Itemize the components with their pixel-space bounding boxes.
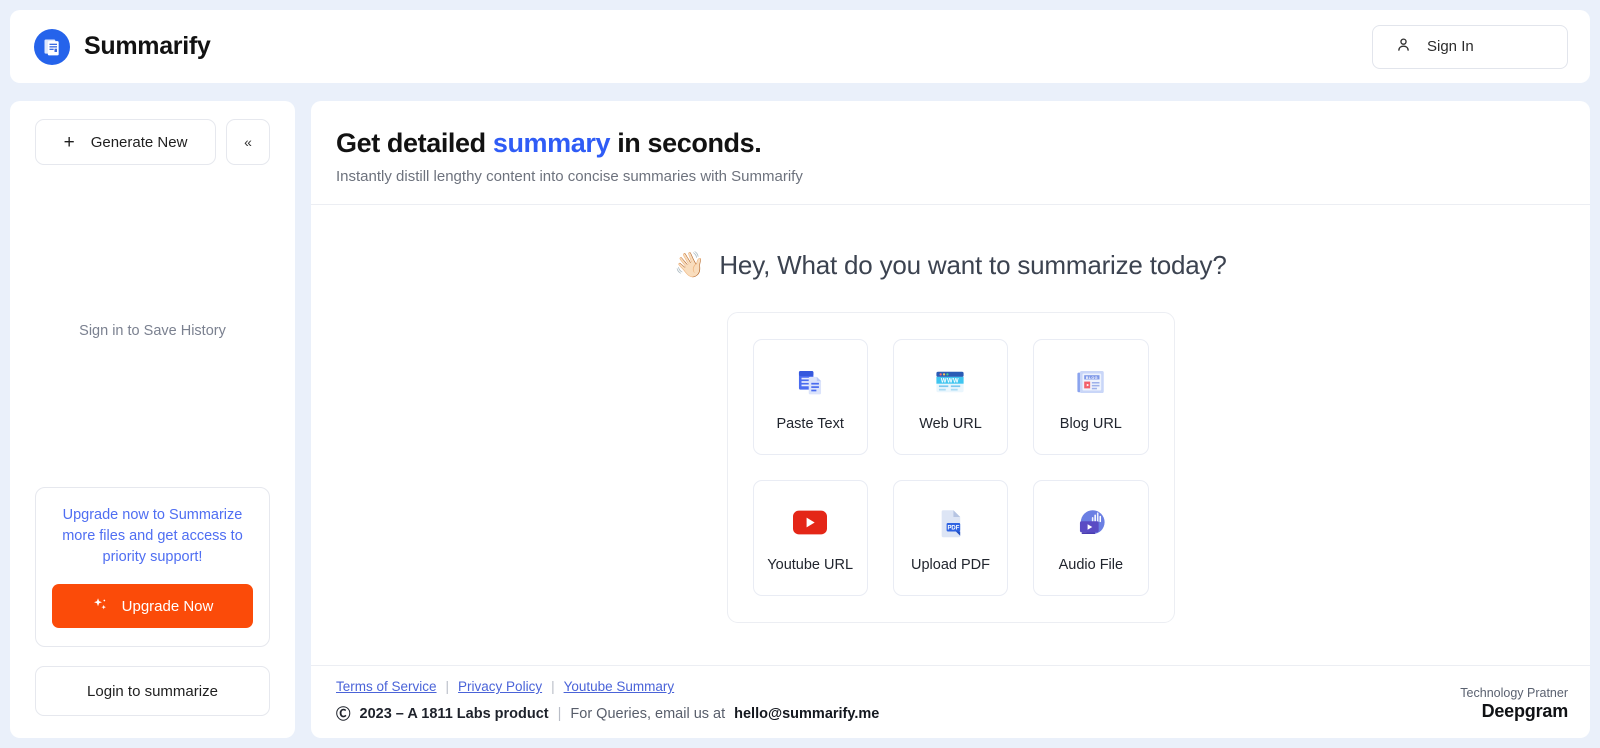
main-panel: Get detailed summary in seconds. Instant… (311, 101, 1590, 738)
app-header: Summarify Sign In (10, 10, 1590, 83)
footer-links: Terms of Service | Privacy Policy | Yout… (336, 679, 879, 694)
svg-text:BLOG: BLOG (1086, 375, 1098, 379)
generate-new-label: Generate New (90, 133, 188, 151)
support-email[interactable]: hello@summarify.me (734, 706, 879, 722)
svg-text:WWW: WWW (941, 378, 959, 384)
upgrade-card: Upgrade now to Summarize more files and … (35, 487, 270, 647)
youtube-icon (793, 504, 828, 542)
login-to-summarize-button[interactable]: Login to summarize (35, 666, 270, 716)
partner-name: Deepgram (1481, 701, 1569, 721)
technology-partner: Technology Pratner Deepgram (1460, 686, 1568, 722)
option-card-upload-pdf[interactable]: PDF Upload PDF (892, 480, 1009, 596)
pdf-file-icon: PDF (933, 504, 967, 542)
page-title-part2: in seconds. (610, 128, 762, 158)
blog-url-icon: BLOG (1074, 363, 1108, 401)
main-body: 👋🏻 Hey, What do you want to summarize to… (311, 205, 1590, 665)
double-chevron-left-icon: « (244, 134, 252, 150)
greeting-text: Hey, What do you want to summarize today… (719, 250, 1227, 280)
upgrade-message: Upgrade now to Summarize more files and … (62, 507, 243, 565)
partner-label: Technology Pratner (1460, 686, 1568, 700)
option-label: Upload PDF (911, 556, 990, 573)
copyright-symbol: Ⓒ (336, 707, 351, 723)
option-label: Web URL (919, 415, 982, 432)
option-label: Paste Text (776, 415, 844, 432)
option-card-paste-text[interactable]: Paste Text (752, 339, 868, 455)
main-header: Get detailed summary in seconds. Instant… (311, 101, 1590, 205)
page-title-accent: summary (492, 128, 611, 158)
sidebar: + Generate New « Sign in to Save History… (10, 101, 295, 738)
web-url-icon: WWW (933, 363, 967, 401)
footer: Terms of Service | Privacy Policy | Yout… (311, 665, 1590, 738)
footer-link-terms[interactable]: Terms of Service (336, 679, 437, 694)
option-card-web-url[interactable]: WWW Web URL (892, 339, 1009, 455)
option-label: Blog URL (1059, 415, 1122, 432)
svg-text:PDF: PDF (948, 525, 960, 531)
upgrade-now-label: Upgrade Now (121, 597, 214, 615)
footer-link-privacy[interactable]: Privacy Policy (458, 679, 542, 694)
audio-file-icon (1074, 504, 1108, 542)
footer-link-youtube-summary[interactable]: Youtube Summary (564, 679, 675, 694)
brand: Summarify (34, 28, 211, 65)
footer-separator: | (445, 679, 450, 694)
sparkles-icon (92, 596, 109, 617)
queries-text: For Queries, email us at (570, 705, 726, 722)
option-card-blog-url[interactable]: BLOG Blog URL (1033, 339, 1149, 455)
document-logo-icon (34, 28, 70, 65)
generate-new-button[interactable]: + Generate New (35, 119, 216, 165)
footer-left: Terms of Service | Privacy Policy | Yout… (336, 679, 879, 724)
sign-in-label: Sign In (1427, 38, 1474, 55)
paste-text-icon (793, 363, 827, 401)
sidebar-toolbar: + Generate New « (35, 119, 270, 165)
copyright-text: 2023 – A 1811 Labs product (359, 705, 549, 722)
option-label: Audio File (1058, 556, 1124, 573)
collapse-sidebar-button[interactable]: « (226, 119, 270, 165)
input-options-grid: Paste Text WWW Web URL BLOG Blog URL You… (726, 312, 1175, 623)
option-card-youtube-url[interactable]: Youtube URL (752, 480, 868, 596)
history-hint: Sign in to Save History (79, 323, 226, 339)
option-label: Youtube URL (767, 556, 854, 573)
option-card-audio-file[interactable]: Audio File (1033, 480, 1149, 596)
greeting: 👋🏻 Hey, What do you want to summarize to… (674, 250, 1226, 281)
upgrade-now-button[interactable]: Upgrade Now (52, 584, 253, 628)
login-label: Login to summarize (87, 682, 218, 700)
page-subtitle: Instantly distill lengthy content into c… (336, 168, 803, 185)
plus-icon: + (63, 131, 75, 153)
footer-separator: | (551, 679, 555, 694)
copyright-line: Ⓒ 2023 – A 1811 Labs product | For Queri… (336, 703, 879, 724)
waving-hand-icon: 👋🏻 (674, 251, 706, 279)
brand-name: Summarify (84, 32, 211, 60)
sign-in-button[interactable]: Sign In (1372, 24, 1568, 69)
footer-separator: | (557, 705, 562, 722)
user-icon (1395, 36, 1412, 58)
page-title-part1: Get detailed (336, 128, 493, 158)
page-title: Get detailed summary in seconds. (336, 128, 1590, 159)
